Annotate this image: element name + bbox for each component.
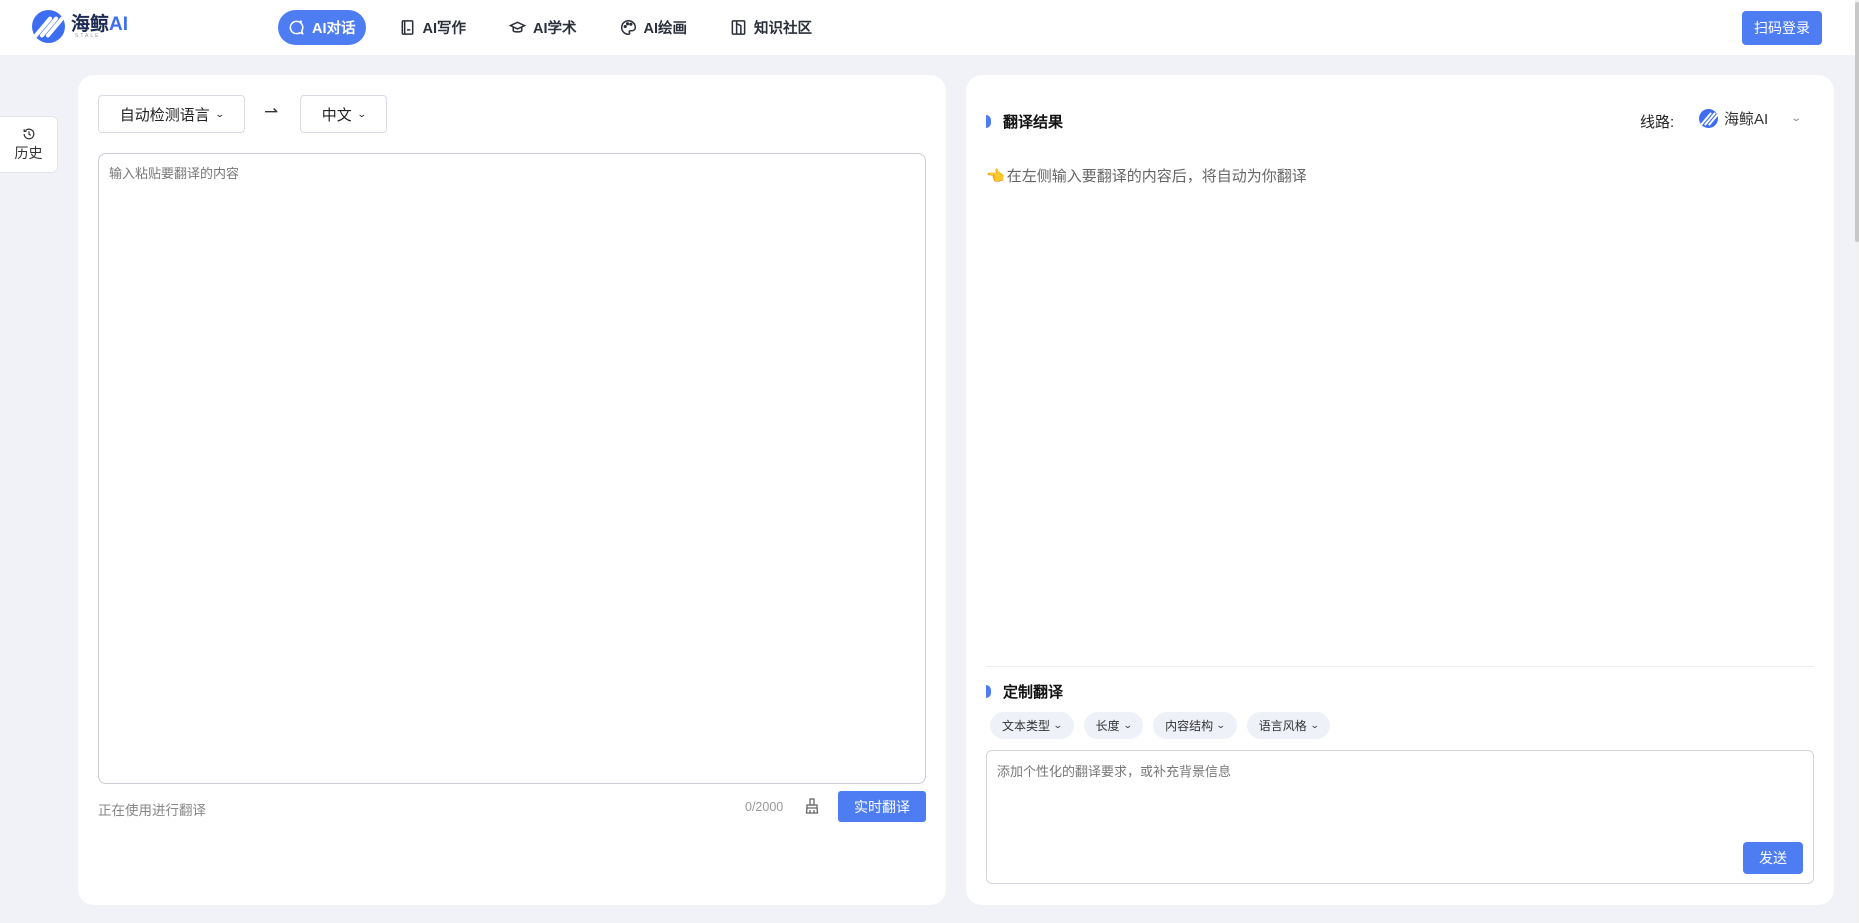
brand-logo[interactable]: 海鲸 AI STALE [32, 10, 128, 43]
nav-item-label: AI对话 [312, 21, 356, 37]
book-icon [731, 20, 746, 35]
chip-length[interactable]: 长度 ⌄ [1083, 712, 1144, 739]
result-hint: 👈 在左侧输入要翻译的内容后，将自动为你翻译 [986, 165, 1307, 186]
nav-item-knowledge-community[interactable]: 知识社区 [720, 10, 822, 45]
chip-language-style[interactable]: 语言风格 ⌄ [1246, 712, 1331, 739]
char-count: 0/2000 [745, 800, 784, 814]
whale-logo-icon [1699, 109, 1718, 128]
result-section-title: 翻译结果 [986, 111, 1063, 132]
direction-arrow-icon: ⇀ [264, 102, 279, 121]
history-button[interactable]: 历史 [0, 116, 58, 173]
custom-section-title: 定制翻译 [986, 681, 1063, 702]
result-panel: 翻译结果 线路: 海鲸AI ⌄ 👈 在左侧输入要翻译的内容后，将自动为你翻译 定… [966, 75, 1834, 905]
chip-text-type[interactable]: 文本类型 ⌄ [990, 712, 1074, 739]
main-nav: AI对话 AI写作 AI学术 AI绘画 知识社区 [278, 10, 845, 45]
target-language-value: 中文 [321, 106, 352, 124]
translation-status: 正在使用进行翻译 [98, 803, 206, 818]
brand-name-suffix: AI [109, 13, 129, 35]
source-panel: 自动检测语言 ⌄ ⇀ 中文 ⌄ 正在使用进行翻译 0/2000 实时翻译 [78, 75, 946, 905]
target-language-select[interactable]: 中文 ⌄ [300, 95, 387, 133]
nav-item-label: 知识社区 [754, 21, 812, 37]
custom-requirements-input[interactable] [986, 750, 1814, 884]
custom-title-text: 定制翻译 [1003, 684, 1064, 701]
chevron-down-icon: ⌄ [214, 108, 225, 119]
notebook-icon [401, 20, 413, 35]
send-button[interactable]: 发送 [1743, 842, 1803, 874]
section-marker [986, 685, 991, 698]
nav-item-ai-chat[interactable]: AI对话 [278, 10, 366, 45]
route-select[interactable]: 海鲸AI ⌄ [1699, 108, 1803, 129]
realtime-translate-button[interactable]: 实时翻译 [838, 791, 926, 822]
chevron-down-icon: ⌄ [356, 108, 367, 119]
brand-name: 海鲸 [71, 13, 110, 35]
chevron-down-icon: ⌄ [1122, 720, 1133, 730]
clear-brush-icon[interactable] [803, 797, 821, 815]
route-value: 海鲸AI [1724, 111, 1769, 128]
pointing-hand-icon: 👈 [986, 167, 1005, 185]
nav-item-label: AI绘画 [643, 21, 688, 37]
source-language-value: 自动检测语言 [119, 106, 210, 124]
custom-options: 文本类型 ⌄ 长度 ⌄ 内容结构 ⌄ 语言风格 ⌄ [990, 712, 1331, 739]
nav-item-label: AI写作 [422, 21, 467, 37]
route-label: 线路: [1640, 114, 1675, 131]
brand-subtitle: STALE [75, 32, 101, 39]
nav-item-ai-academic[interactable]: AI学术 [499, 10, 587, 45]
source-language-select[interactable]: 自动检测语言 ⌄ [98, 95, 245, 133]
section-marker [986, 115, 991, 128]
chat-bubble-icon [289, 20, 304, 35]
chevron-down-icon: ⌄ [1790, 113, 1803, 124]
graduation-cap-icon [509, 21, 526, 33]
whale-logo-icon [32, 10, 65, 43]
divider [986, 666, 1814, 667]
chevron-down-icon: ⌄ [1052, 720, 1063, 730]
history-clock-icon [23, 128, 34, 139]
page-scrollbar[interactable] [1855, 0, 1859, 923]
scan-login-button[interactable]: 扫码登录 [1742, 11, 1822, 45]
nav-item-label: AI学术 [533, 21, 577, 37]
result-title-text: 翻译结果 [1003, 114, 1064, 131]
chip-content-structure[interactable]: 内容结构 ⌄ [1153, 712, 1237, 739]
chevron-down-icon: ⌄ [1309, 720, 1320, 730]
chevron-down-icon: ⌄ [1216, 720, 1226, 730]
nav-item-ai-painting[interactable]: AI绘画 [610, 10, 698, 45]
scrollbar-thumb[interactable] [1855, 2, 1859, 242]
source-text-input[interactable] [98, 153, 926, 784]
history-label: 历史 [14, 144, 43, 161]
result-hint-text: 在左侧输入要翻译的内容后，将自动为你翻译 [1006, 168, 1307, 185]
top-navbar: 海鲸 AI STALE AI对话 AI写作 AI学术 AI绘画 知识社区 扫码登录 [0, 0, 1855, 55]
nav-item-ai-writing[interactable]: AI写作 [389, 10, 477, 45]
palette-icon [620, 19, 636, 36]
